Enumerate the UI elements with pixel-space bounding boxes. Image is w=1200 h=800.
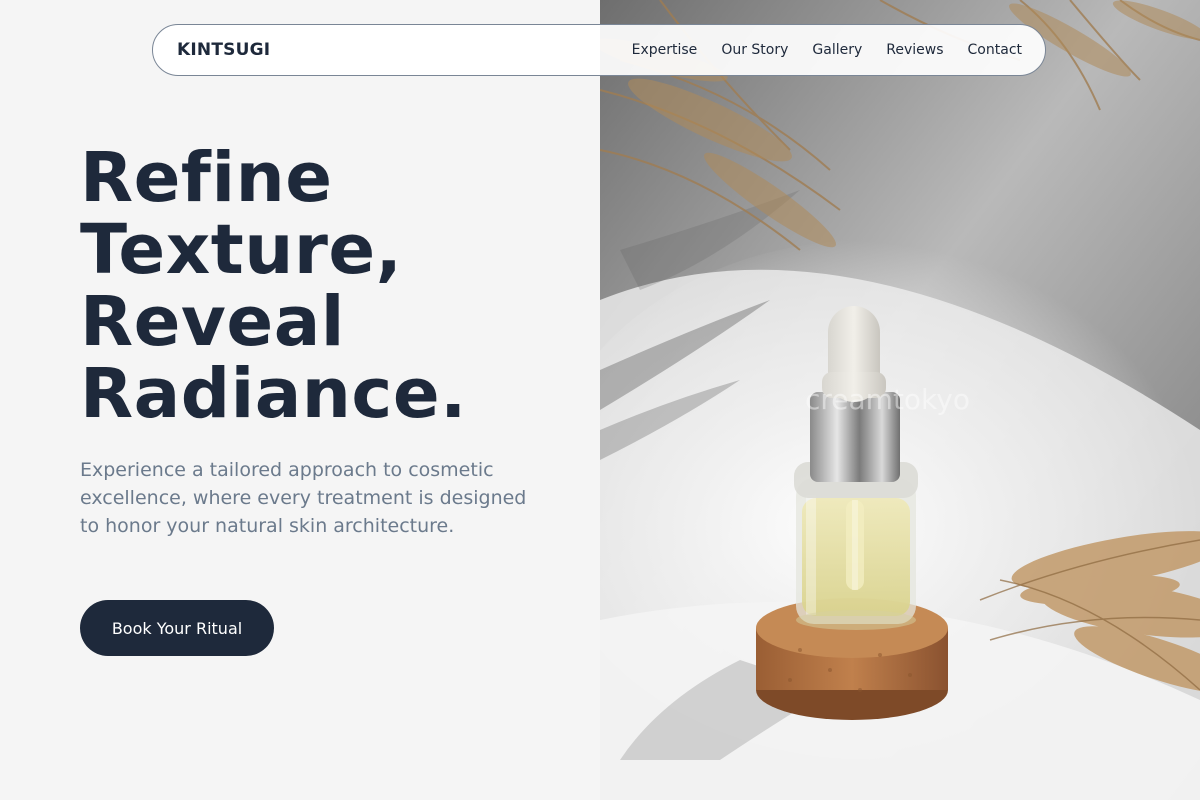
hero-title-line: Radiance. — [80, 354, 467, 434]
nav-links: Expertise Our Story Gallery Reviews Cont… — [632, 42, 1022, 58]
book-ritual-button[interactable]: Book Your Ritual — [80, 600, 274, 656]
hero-left-panel: Refine Texture, Reveal Radiance. Experie… — [0, 0, 600, 800]
page: Refine Texture, Reveal Radiance. Experie… — [0, 0, 1200, 800]
nav-link-gallery[interactable]: Gallery — [812, 42, 862, 58]
hero-subtitle: Experience a tailored approach to cosmet… — [80, 459, 527, 537]
hero-product-image: creamtokyo — [600, 0, 1200, 800]
brand-logo[interactable]: KINTSUGI — [177, 40, 270, 60]
image-watermark: creamtokyo — [805, 383, 970, 416]
hero-title-line: Refine — [80, 138, 333, 218]
nav-link-reviews[interactable]: Reviews — [886, 42, 943, 58]
top-navbar: KINTSUGI Expertise Our Story Gallery Rev… — [152, 24, 1046, 76]
nav-link-our-story[interactable]: Our Story — [721, 42, 788, 58]
hero-title: Refine Texture, Reveal Radiance. — [80, 142, 580, 430]
nav-link-contact[interactable]: Contact — [968, 42, 1022, 58]
hero-title-line: Texture, — [80, 210, 403, 290]
nav-link-expertise[interactable]: Expertise — [632, 42, 698, 58]
hero-title-line: Reveal — [80, 282, 345, 362]
